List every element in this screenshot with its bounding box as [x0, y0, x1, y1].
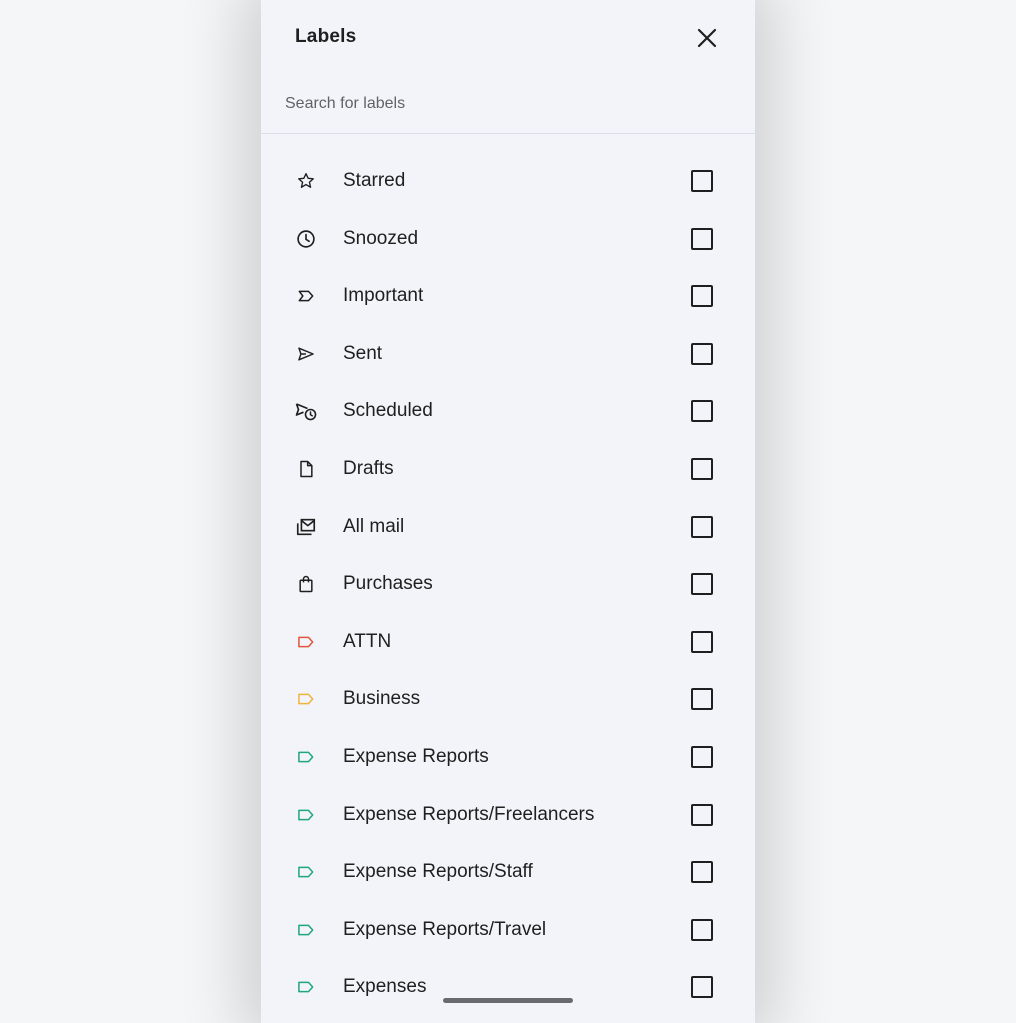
all-mail-icon: [294, 515, 318, 539]
label-tag-icon: [294, 975, 318, 999]
label-row-expense-reports[interactable]: Expense Reports: [261, 728, 755, 786]
label-checkbox[interactable]: [691, 861, 713, 884]
label-name: Expense Reports: [343, 745, 489, 767]
labels-dialog: Labels Starred Snoozed Important Sent Schedu…: [261, 0, 755, 1023]
label-row-purchases[interactable]: Purchases: [261, 555, 755, 613]
label-checkbox[interactable]: [691, 630, 713, 653]
label-name: Scheduled: [343, 400, 433, 422]
search-bar: [261, 75, 755, 134]
label-row-important[interactable]: Important: [261, 267, 755, 325]
label-name: Expense Reports/Freelancers: [343, 803, 595, 825]
label-tag-icon: [294, 687, 318, 711]
label-checkbox[interactable]: [691, 457, 713, 480]
label-name: Expense Reports/Staff: [343, 861, 533, 883]
label-row-scheduled[interactable]: Scheduled: [261, 382, 755, 440]
label-checkbox[interactable]: [691, 688, 713, 711]
label-name: All mail: [343, 515, 405, 537]
shopping-bag-icon: [294, 572, 318, 596]
label-name: Expense Reports/Travel: [343, 918, 547, 940]
label-checkbox[interactable]: [691, 976, 713, 999]
label-tag-icon: [294, 918, 318, 942]
draft-icon: [294, 457, 318, 481]
label-row-expense-reports-travel[interactable]: Expense Reports/Travel: [261, 901, 755, 959]
label-checkbox[interactable]: [691, 285, 713, 308]
label-row-expense-reports-staff[interactable]: Expense Reports/Staff: [261, 843, 755, 901]
label-checkbox[interactable]: [691, 573, 713, 596]
close-button[interactable]: [691, 22, 723, 54]
label-row-snoozed[interactable]: Snoozed: [261, 210, 755, 268]
label-row-drafts[interactable]: Drafts: [261, 440, 755, 498]
label-tag-icon: [294, 630, 318, 654]
important-icon: [294, 284, 318, 308]
label-list: Starred Snoozed Important Sent Scheduled Draf…: [261, 152, 755, 1016]
label-name: Business: [343, 688, 421, 710]
label-row-starred[interactable]: Starred: [261, 152, 755, 210]
label-name: Snoozed: [343, 227, 419, 249]
label-name: ATTN: [343, 630, 392, 652]
label-row-business[interactable]: Business: [261, 670, 755, 728]
label-row-expense-reports-freelancers[interactable]: Expense Reports/Freelancers: [261, 786, 755, 844]
dialog-title: Labels: [295, 26, 357, 47]
label-tag-icon: [294, 803, 318, 827]
label-name: Important: [343, 285, 424, 307]
label-checkbox[interactable]: [691, 170, 713, 192]
star-icon: [294, 169, 318, 193]
label-tag-icon: [294, 860, 318, 884]
label-checkbox[interactable]: [691, 515, 713, 538]
label-checkbox[interactable]: [691, 227, 713, 250]
label-row-sent[interactable]: Sent: [261, 325, 755, 383]
label-checkbox[interactable]: [691, 745, 713, 768]
clock-icon: [294, 227, 318, 251]
label-row-expenses[interactable]: Expenses: [261, 958, 755, 1016]
label-checkbox[interactable]: [691, 400, 713, 423]
label-row-attn[interactable]: ATTN: [261, 613, 755, 671]
label-checkbox[interactable]: [691, 803, 713, 826]
home-indicator[interactable]: [443, 998, 573, 1003]
close-icon: [697, 28, 717, 48]
label-name: Drafts: [343, 457, 394, 479]
label-name: Sent: [343, 342, 383, 364]
send-icon: [294, 342, 318, 366]
label-checkbox[interactable]: [691, 918, 713, 941]
scheduled-send-icon: [294, 399, 318, 423]
label-name: Expenses: [343, 976, 427, 998]
label-checkbox[interactable]: [691, 342, 713, 365]
label-tag-icon: [294, 745, 318, 769]
search-input[interactable]: [285, 89, 725, 119]
label-name: Starred: [343, 170, 406, 191]
label-name: Purchases: [343, 573, 433, 595]
dialog-header: Labels: [261, 0, 755, 75]
label-row-all-mail[interactable]: All mail: [261, 498, 755, 556]
